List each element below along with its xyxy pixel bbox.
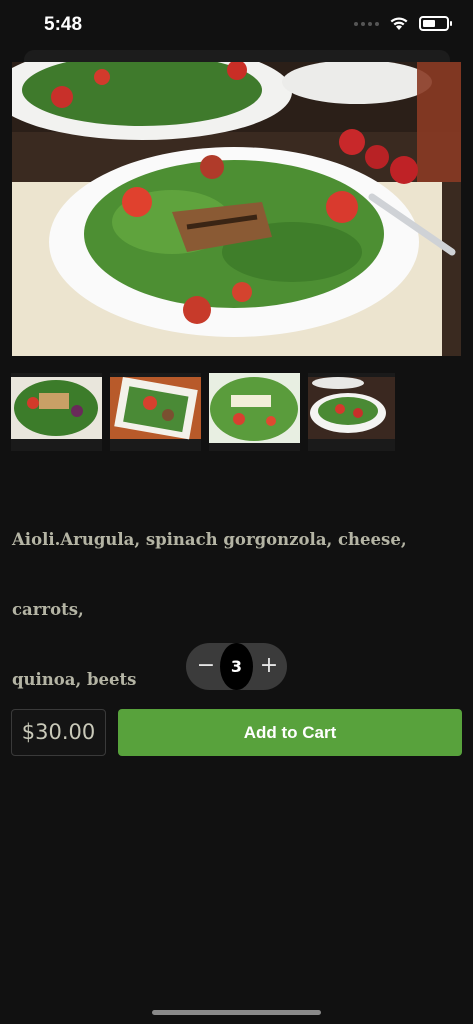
increment-button[interactable]: + — [255, 653, 283, 681]
description-line-1: Aioli.Arugula, spinach gorgonzola, chees… — [12, 530, 407, 619]
quantity-stepper: − 3 + — [186, 643, 287, 690]
status-icons — [354, 16, 452, 31]
status-bar: 5:48 — [0, 0, 473, 50]
thumbnail-2[interactable] — [110, 373, 201, 451]
battery-icon — [419, 16, 452, 31]
cellular-signal-icon — [354, 21, 379, 26]
price-label: $30.00 — [11, 709, 106, 756]
quantity-value: 3 — [220, 643, 253, 690]
status-time: 5:48 — [44, 14, 83, 35]
decrement-button[interactable]: − — [192, 653, 220, 681]
thumbnail-4[interactable] — [308, 373, 395, 451]
thumbnail-strip — [11, 373, 395, 451]
thumbnail-3[interactable] — [209, 373, 300, 451]
home-indicator[interactable] — [152, 1010, 321, 1015]
thumbnail-1[interactable] — [11, 373, 102, 451]
add-to-cart-button[interactable]: Add to Cart — [118, 709, 462, 756]
wifi-icon — [390, 17, 408, 30]
product-hero-image — [12, 62, 461, 356]
